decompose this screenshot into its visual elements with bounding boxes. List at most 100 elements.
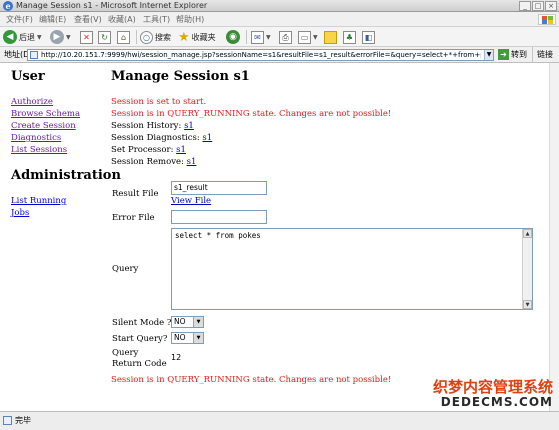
back-button[interactable]: ◀ 后退 ▼ [3, 29, 42, 45]
home-button[interactable]: ⌂ [117, 29, 130, 45]
stop-button[interactable]: ✕ [80, 29, 93, 45]
refresh-button[interactable]: ↻ [98, 29, 111, 45]
search-label: 搜索 [155, 32, 171, 42]
page-title: Manage Session s1 [111, 69, 250, 84]
forward-arrow-icon: ▶ [50, 30, 64, 44]
result-file-label: Result File [112, 189, 159, 199]
nav-list-sessions-link[interactable]: List Sessions [11, 145, 67, 155]
edit-button[interactable]: ▭ ▼ [298, 29, 318, 45]
address-dropdown-icon[interactable]: ▼ [484, 50, 493, 60]
back-label: 后退 [19, 32, 35, 42]
set-processor-label: Set Processor: [111, 145, 174, 155]
windows-flag-icon [538, 14, 556, 25]
favorites-label: 收藏夹 [191, 32, 216, 42]
query-textarea[interactable]: select * from pokes ▲ ▼ [171, 228, 533, 310]
query-scrollbar[interactable]: ▲ ▼ [522, 229, 532, 309]
favorites-star-icon: ★ [178, 29, 190, 45]
nav-create-session-link[interactable]: Create Session [11, 121, 76, 131]
links-button[interactable]: 链接 [532, 47, 553, 63]
session-remove-link[interactable]: s1 [187, 157, 197, 167]
page-content: User Manage Session s1 Authorize Browse … [0, 63, 549, 411]
search-icon: ○ [140, 30, 153, 44]
administration-heading: Administration [11, 168, 121, 183]
stop-icon: ✕ [80, 30, 93, 44]
media-icon: ◉ [226, 30, 240, 44]
chevron-down-icon: ▼ [66, 33, 71, 41]
favorites-button[interactable]: ★ 收藏夹 [178, 29, 216, 45]
error-file-label: Error File [112, 213, 155, 223]
close-button[interactable]: × [545, 1, 557, 11]
nav-diagnostics-link[interactable]: Diagnostics [11, 133, 61, 143]
toolbar-divider [246, 30, 247, 44]
menu-favorites[interactable]: 收藏(A) [108, 12, 136, 27]
home-icon: ⌂ [117, 30, 130, 44]
notes-icon [324, 30, 337, 44]
menu-help[interactable]: 帮助(H) [176, 12, 204, 27]
chevron-down-icon[interactable]: ▼ [193, 317, 203, 327]
session-diagnostics-label: Session Diagnostics: [111, 133, 200, 143]
minimize-button[interactable]: _ [519, 1, 531, 11]
media-button[interactable]: ◉ [226, 29, 240, 45]
query-return-code-label: Query Return Code [112, 348, 167, 369]
session-state-message: Session is in QUERY_RUNNING state. Chang… [111, 109, 392, 119]
menu-edit[interactable]: 编辑(E) [39, 12, 66, 27]
chevron-down-icon[interactable]: ▼ [193, 333, 203, 343]
mail-icon: ✉ [251, 30, 264, 44]
print-icon: ⎙ [279, 30, 292, 44]
search-button[interactable]: ○ 搜索 [140, 29, 171, 45]
silent-mode-value: NO [174, 317, 186, 326]
go-arrow-icon: ➔ [498, 49, 509, 60]
set-processor-link[interactable]: s1 [176, 145, 186, 155]
forward-button[interactable]: ▶ ▼ [50, 29, 71, 45]
query-text[interactable]: select * from pokes [175, 231, 261, 240]
research-button[interactable]: ◧ [362, 29, 375, 45]
menu-tools[interactable]: 工具(T) [143, 12, 170, 27]
start-query-value: NO [174, 333, 186, 342]
mail-button[interactable]: ✉ ▼ [251, 29, 271, 45]
address-input[interactable]: http://10.20.151.7:9999/hwi/session_mana… [27, 49, 494, 61]
session-started-message: Session is set to start. [111, 97, 207, 107]
start-query-label: Start Query? [112, 334, 168, 344]
view-file-link[interactable]: View File [171, 196, 211, 206]
status-bar: 完毕 [0, 411, 559, 430]
nav-browse-schema-link[interactable]: Browse Schema [11, 109, 80, 119]
edit-icon: ▭ [298, 30, 311, 44]
nav-jobs-link[interactable]: Jobs [11, 208, 29, 218]
menu-file[interactable]: 文件(F) [6, 12, 33, 27]
window-title: Manage Session s1 - Microsoft Internet E… [16, 1, 208, 10]
messenger-icon: ♣ [343, 30, 356, 44]
scroll-down-icon[interactable]: ▼ [523, 300, 532, 309]
user-heading: User [11, 69, 45, 84]
result-file-input[interactable]: s1_result [171, 181, 267, 195]
session-history-link[interactable]: s1 [184, 121, 194, 131]
error-file-input[interactable] [171, 210, 267, 224]
title-bar: e Manage Session s1 - Microsoft Internet… [0, 0, 559, 12]
start-query-select[interactable]: NO ▼ [171, 332, 204, 344]
maximize-button[interactable]: □ [532, 1, 544, 11]
session-history-label: Session History: [111, 121, 182, 131]
scroll-up-icon[interactable]: ▲ [523, 229, 532, 238]
silent-mode-select[interactable]: NO ▼ [171, 316, 204, 328]
window-controls: _ □ × [519, 1, 557, 11]
session-diagnostics-link[interactable]: s1 [202, 133, 212, 143]
address-url[interactable]: http://10.20.151.7:9999/hwi/session_mana… [41, 50, 481, 61]
research-icon: ◧ [362, 30, 375, 44]
menu-view[interactable]: 查看(V) [74, 12, 102, 27]
chevron-down-icon: ▼ [37, 33, 42, 41]
back-arrow-icon: ◀ [3, 30, 17, 44]
messenger-button[interactable]: ♣ [343, 29, 356, 45]
session-remove-label: Session Remove: [111, 157, 184, 167]
refresh-icon: ↻ [98, 30, 111, 44]
footer-state-message: Session is in QUERY_RUNNING state. Chang… [111, 375, 392, 385]
toolbar: ◀ 后退 ▼ ▶ ▼ ✕ ↻ ⌂ ○ 搜索 ★ 收藏夹 ◉ ✉ ▼ ⎙ ▭ ▼ … [0, 27, 559, 47]
page-scrollbar[interactable] [549, 63, 559, 411]
ie-logo-icon: e [3, 1, 13, 11]
nav-list-running-link[interactable]: List Running [11, 196, 66, 206]
set-processor-row: Set Processor: s1 [111, 145, 186, 155]
print-button[interactable]: ⎙ [279, 29, 292, 45]
go-button[interactable]: ➔ 转到 [498, 49, 527, 60]
notes-button[interactable] [324, 29, 337, 45]
nav-authorize-link[interactable]: Authorize [11, 97, 53, 107]
query-return-code-value: 12 [171, 353, 182, 362]
chevron-down-icon: ▼ [266, 33, 271, 41]
